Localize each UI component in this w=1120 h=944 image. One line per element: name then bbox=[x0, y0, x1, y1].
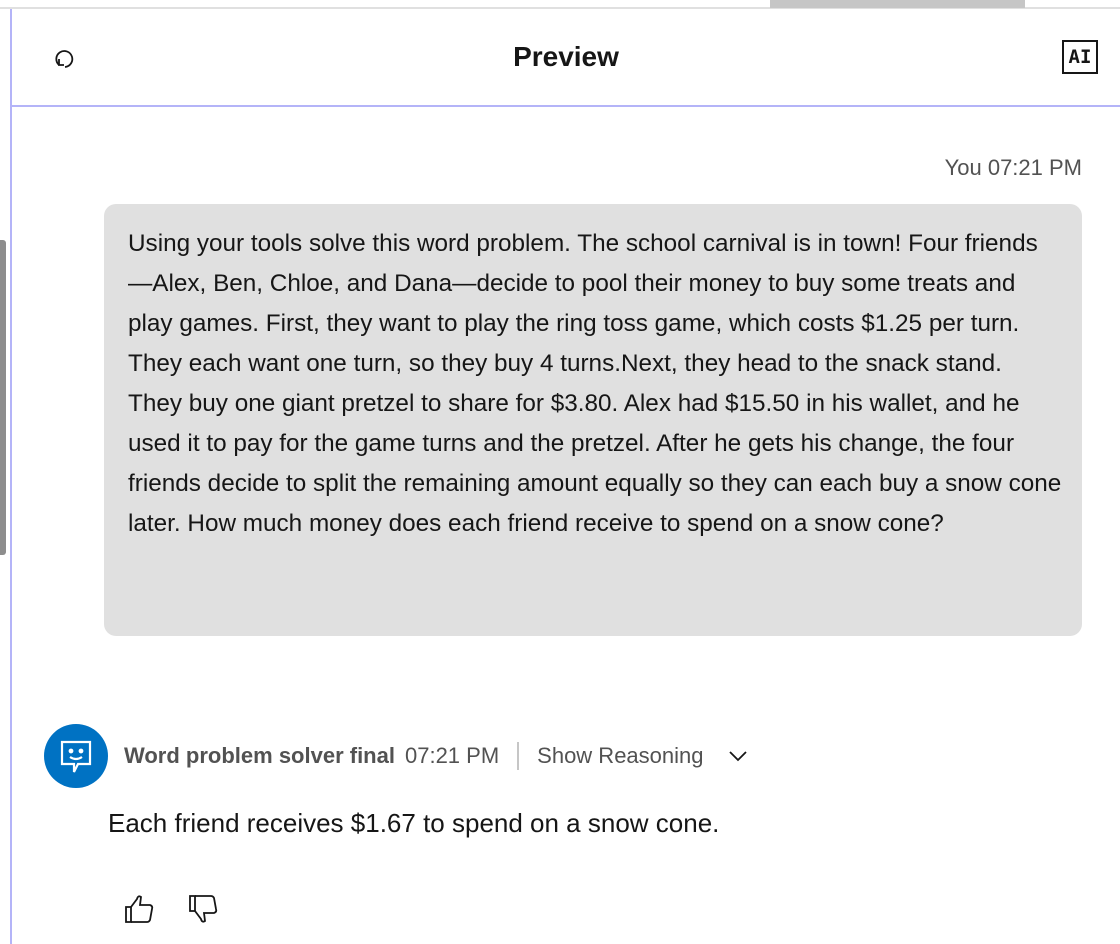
bot-avatar-icon bbox=[44, 724, 108, 788]
meta-separator bbox=[517, 742, 520, 770]
show-reasoning-button[interactable]: Show Reasoning bbox=[537, 743, 703, 769]
top-tab-indicator[interactable] bbox=[770, 0, 1025, 8]
thumbs-up-icon[interactable] bbox=[122, 892, 156, 926]
user-sender: You bbox=[944, 155, 982, 180]
bot-time: 07:21 PM bbox=[404, 743, 500, 768]
panel-left-border bbox=[10, 9, 12, 944]
chevron-down-icon[interactable] bbox=[726, 744, 750, 768]
preview-header: Preview AI bbox=[12, 9, 1120, 107]
user-message-meta: You 07:21 PM bbox=[945, 155, 1082, 181]
user-time: 07:21 PM bbox=[987, 155, 1082, 180]
ai-badge[interactable]: AI bbox=[1062, 40, 1098, 74]
bot-message-meta: Word problem solver final 07:21 PM Show … bbox=[124, 742, 750, 770]
bot-name: Word problem solver final bbox=[124, 743, 395, 768]
left-scrollbar[interactable] bbox=[0, 240, 6, 555]
page-title: Preview bbox=[513, 41, 619, 72]
thumbs-down-icon[interactable] bbox=[186, 892, 220, 926]
user-message-bubble: Using your tools solve this word problem… bbox=[104, 204, 1082, 636]
bot-answer: Each friend receives $1.67 to spend on a… bbox=[108, 808, 720, 838]
